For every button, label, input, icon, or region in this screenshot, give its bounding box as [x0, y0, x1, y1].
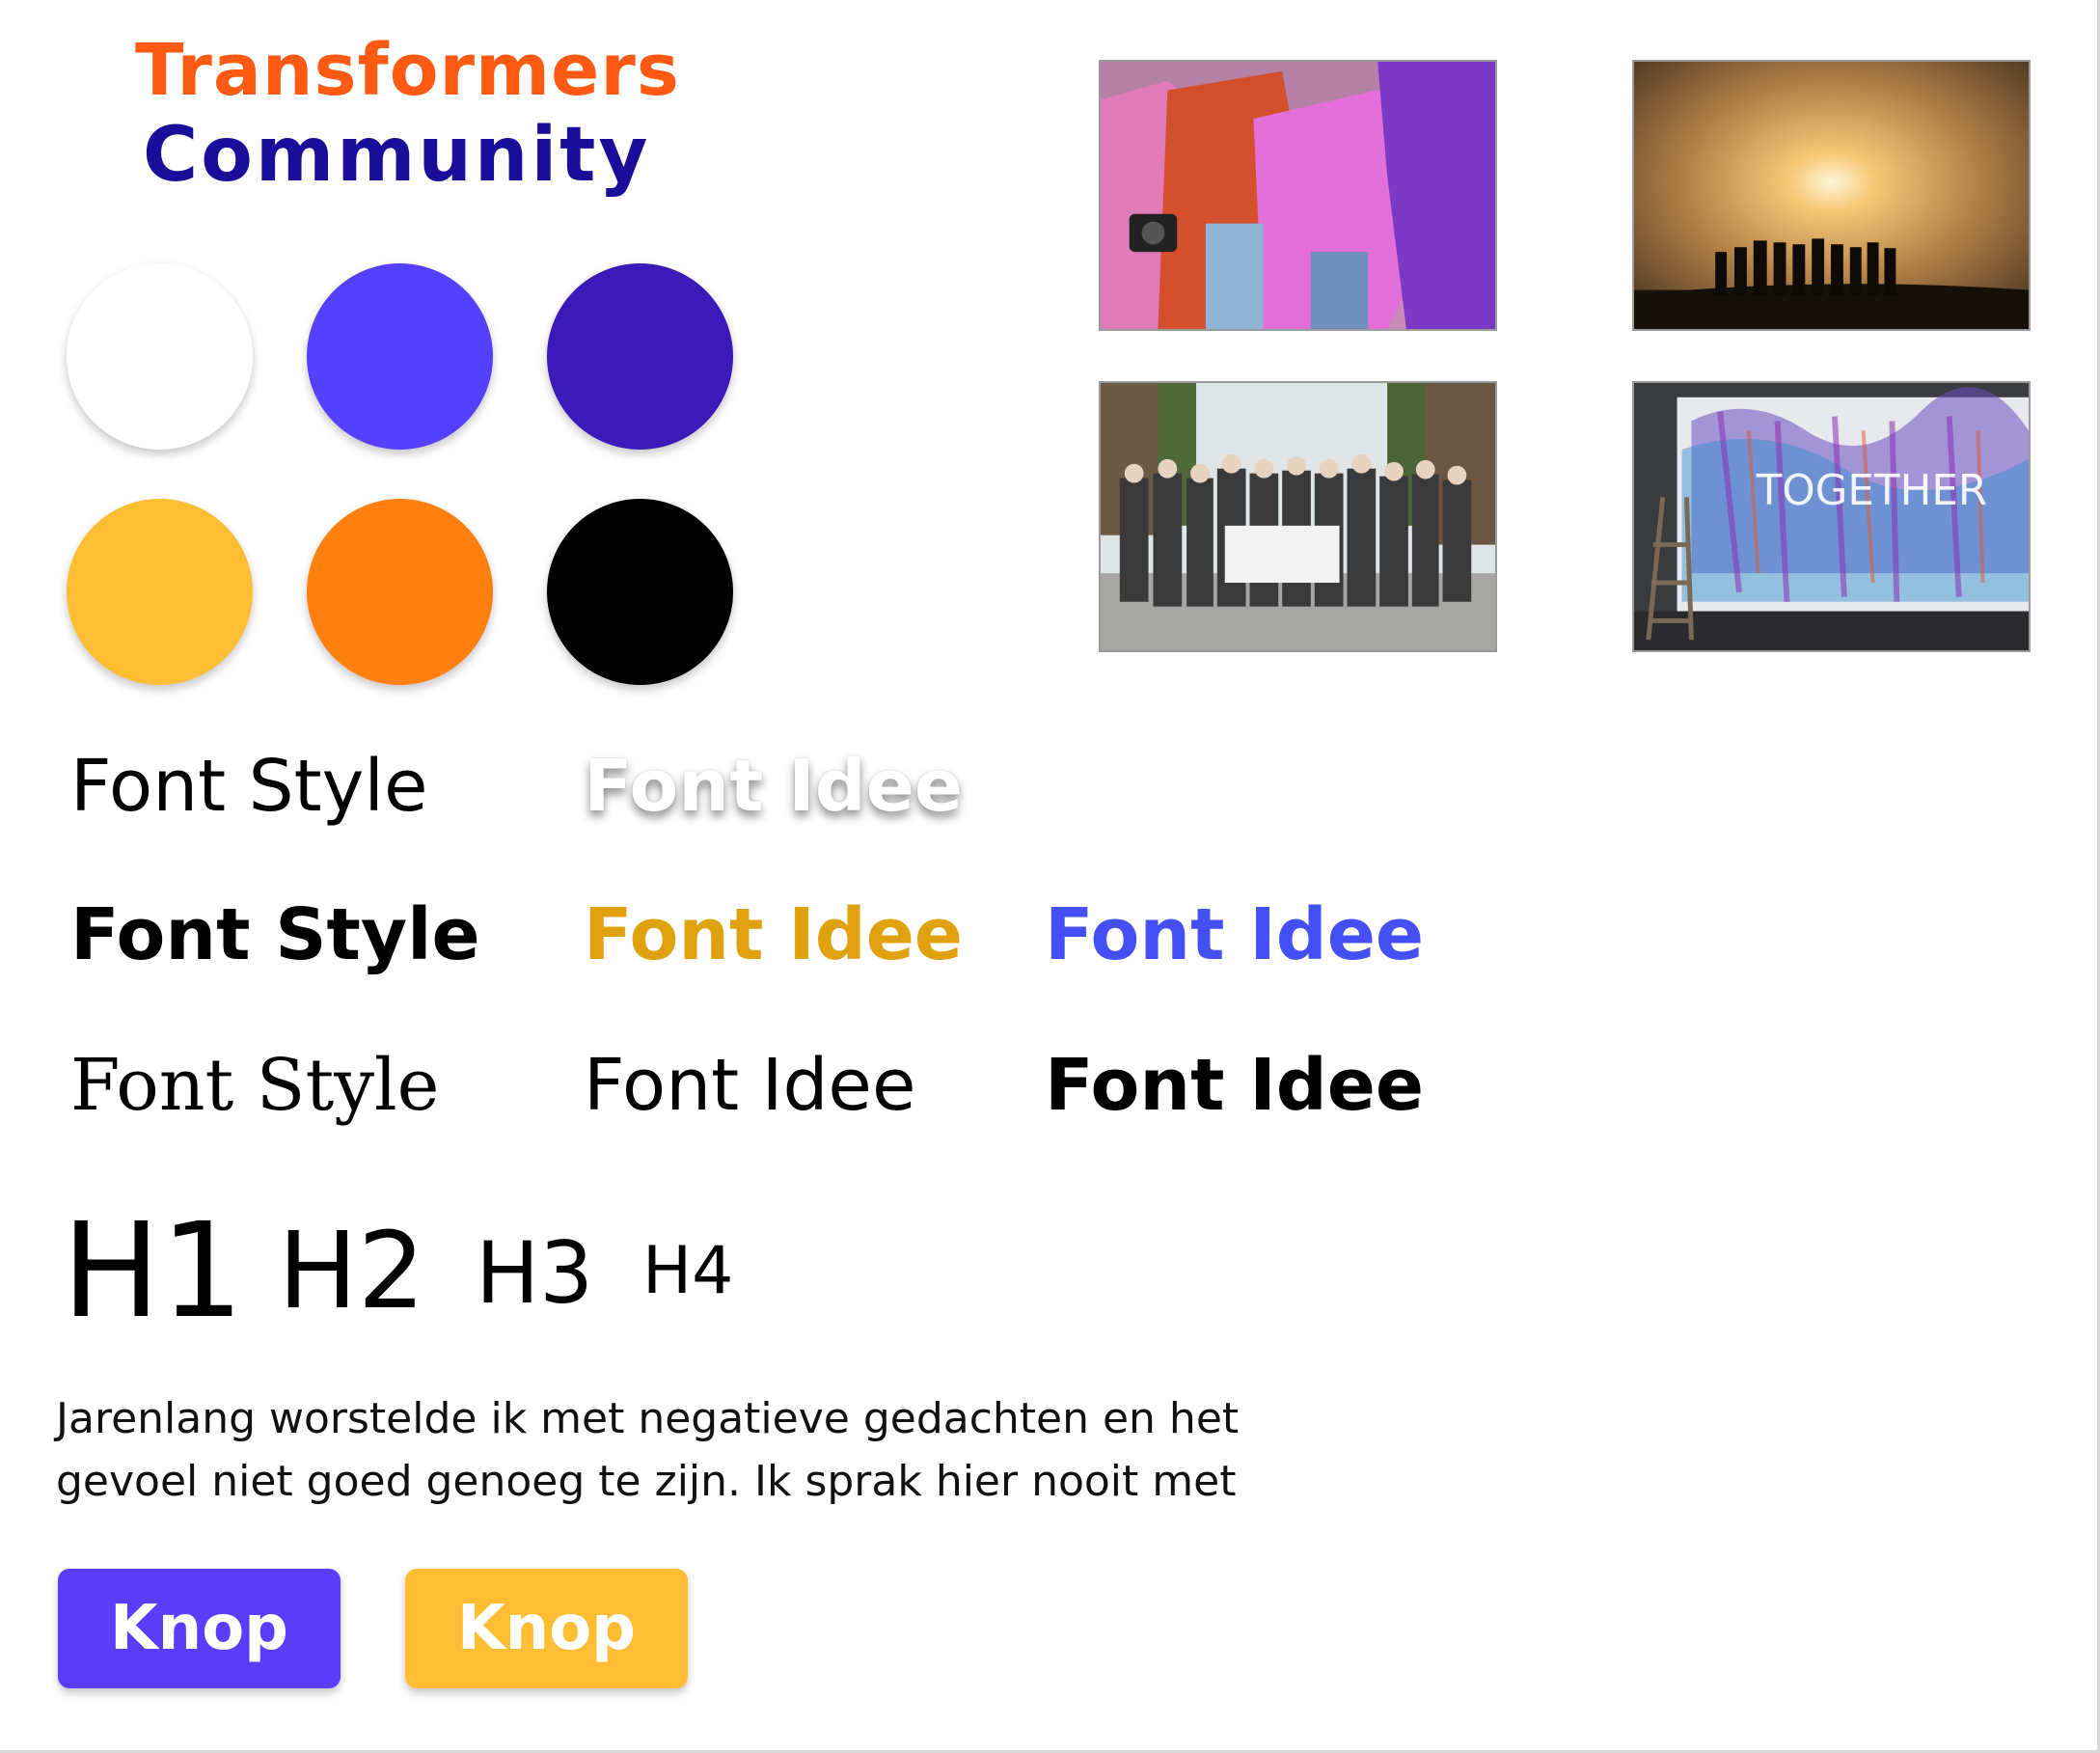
swatch-amber [67, 499, 253, 685]
logo-line-transformers: Transformers [135, 29, 680, 112]
body-paragraph: Jarenlang worstelde ik met negatieve ged… [56, 1387, 1271, 1513]
group-hug-photo [1099, 60, 1497, 331]
group-portrait-photo [1099, 381, 1497, 652]
font-idee-ghost: Font Idee [584, 745, 964, 828]
primary-knop-button[interactable]: Knop [58, 1569, 341, 1688]
font-idee-gold: Font Idee [584, 893, 964, 976]
heading-h1-sample: H1 [62, 1195, 244, 1348]
swatch-violet [307, 263, 493, 450]
font-idee-light: Font Idee [584, 1044, 916, 1127]
brand-logo: Transformers Community [135, 35, 680, 193]
font-style-serif: Font Style [70, 1044, 440, 1127]
paragraph-line-2: gevoel niet goed genoeg te zijn. Ik spra… [56, 1457, 1237, 1506]
sunset-silhouettes-photo [1632, 60, 2031, 331]
heading-h2-sample: H2 [278, 1209, 425, 1332]
logo-line-community: Community [143, 112, 651, 199]
together-mural-photo: TOGETHER [1632, 381, 2031, 652]
heading-h4-sample: H4 [642, 1233, 734, 1309]
mural-text: TOGETHER [1756, 467, 1987, 515]
swatch-indigo [547, 263, 733, 450]
swatch-black [547, 499, 733, 685]
swatch-orange [307, 499, 493, 685]
swatch-white [67, 263, 253, 450]
font-idee-bold: Font Idee [1045, 1044, 1425, 1127]
paragraph-line-1: Jarenlang worstelde ik met negatieve ged… [56, 1394, 1240, 1443]
font-style-regular: Font Style [70, 745, 428, 828]
heading-h3-sample: H3 [476, 1223, 594, 1323]
font-idee-blue: Font Idee [1045, 893, 1425, 976]
secondary-knop-button[interactable]: Knop [405, 1569, 688, 1688]
font-style-bold: Font Style [70, 893, 480, 976]
